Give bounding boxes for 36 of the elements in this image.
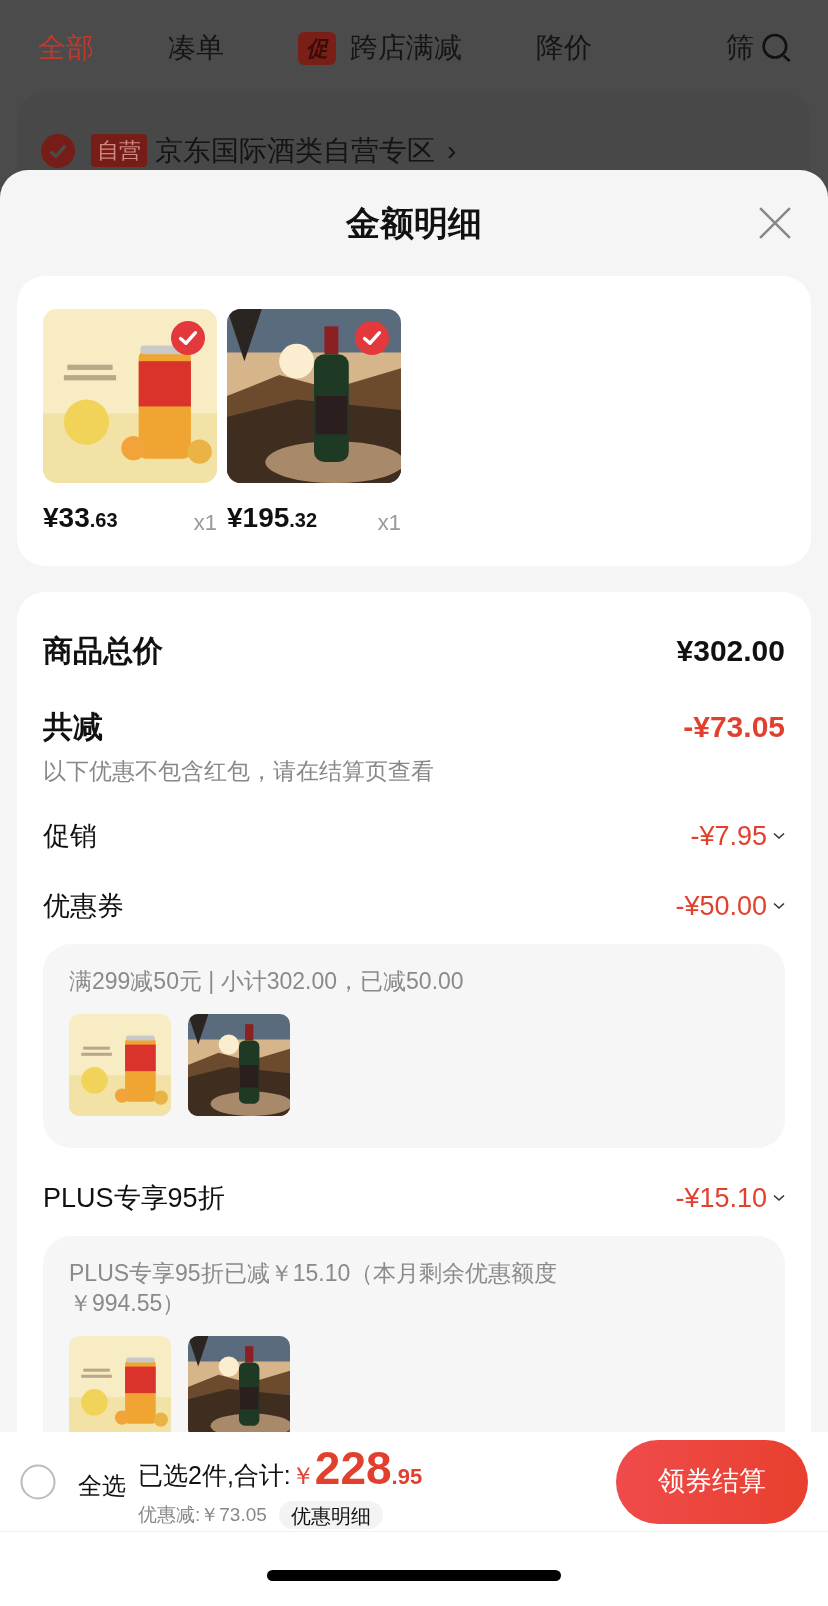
detail-text: PLUS专享95折已减￥15.10（本月剩余优惠额度￥994.55） — [69, 1259, 559, 1318]
discount-note: 以下优惠不包含红包，请在结算页查看 — [43, 757, 435, 786]
sheet-title: 金额明细 — [346, 202, 482, 244]
total-label: 商品总价 — [43, 632, 163, 669]
discount-item-value: -¥15.10 — [675, 1181, 767, 1215]
details-button[interactable]: 优惠明细 — [278, 1501, 383, 1529]
chevron-down-icon[interactable] — [773, 1194, 785, 1202]
select-all-label[interactable]: 全选 — [78, 1467, 126, 1504]
self-operated-badge: 自营 — [91, 134, 147, 167]
discount-item-label: 促销 — [43, 819, 97, 853]
total-value: ¥302.00 — [676, 632, 785, 669]
product-price: ¥195.32 — [227, 501, 318, 535]
total-amount: ￥228.95 — [290, 1440, 423, 1496]
chevron-right[interactable]: › — [447, 134, 457, 168]
tab[interactable]: 全部 — [38, 27, 94, 69]
discount-label: 共减 — [43, 708, 103, 745]
discount-value: -¥73.05 — [683, 708, 785, 745]
saved-amount: 优惠减:￥73.05 — [138, 1502, 267, 1527]
checkmark-icon[interactable] — [41, 134, 75, 168]
chevron-down-icon[interactable] — [773, 902, 785, 910]
radio-button[interactable] — [20, 1463, 56, 1500]
promo-badge: 促 — [298, 31, 336, 65]
detail-text: 满299减50元 | 小计302.00，已减50.00 — [69, 967, 465, 996]
checkout-button[interactable]: 领券结算 — [616, 1439, 808, 1524]
product-price: ¥33.63 — [43, 501, 118, 535]
discount-item-label: 优惠券 — [43, 889, 124, 923]
quantity: x1 — [193, 509, 217, 537]
close-icon[interactable] — [758, 206, 792, 240]
chevron-down-icon[interactable] — [773, 832, 785, 840]
checkmark-icon[interactable] — [355, 321, 389, 355]
summary-text: 已选2件,合计: — [138, 1459, 291, 1491]
checkmark-icon[interactable] — [171, 321, 205, 355]
quantity: x1 — [377, 509, 401, 537]
discount-item-value: -¥7.95 — [690, 819, 767, 853]
discount-item-value: -¥50.00 — [675, 889, 767, 923]
discount-item-label: PLUS专享95折 — [43, 1181, 225, 1215]
